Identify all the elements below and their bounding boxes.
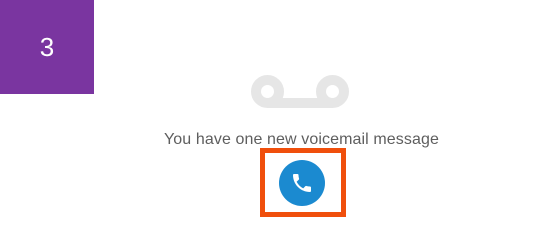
step-number: 3 (39, 32, 55, 62)
voicemail-icon (251, 75, 349, 108)
voicemail-screen: 3 You have one new voicemail message (0, 0, 540, 250)
step-badge: 3 (0, 0, 94, 94)
call-voicemail-button[interactable] (279, 160, 325, 206)
voicemail-message: You have one new voicemail message (164, 131, 439, 148)
phone-icon (293, 174, 311, 192)
